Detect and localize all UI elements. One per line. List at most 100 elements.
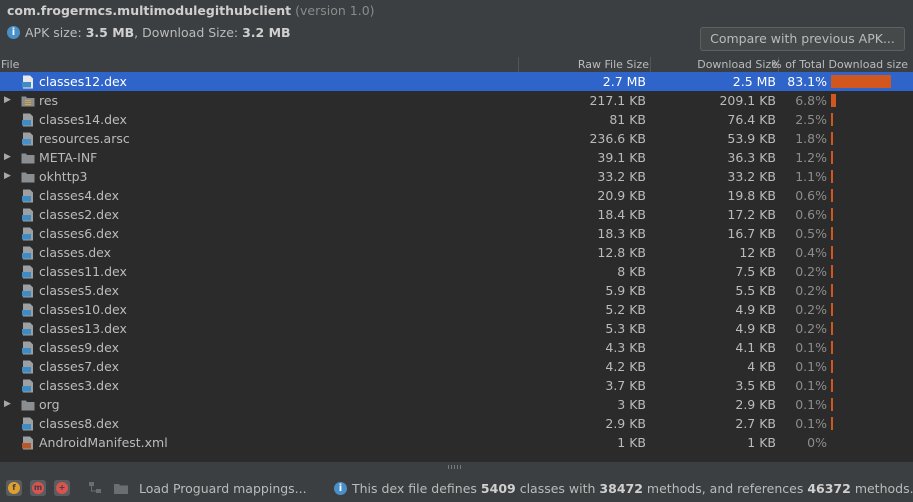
raw-file-size: 217.1 KB: [589, 93, 646, 108]
expand-arrow-icon[interactable]: ▶: [4, 148, 14, 167]
file-name: classes3.dex: [39, 378, 119, 393]
percent-bar: [831, 417, 833, 430]
file-table: File Raw File Size Download Size % of To…: [0, 57, 913, 462]
download-size: 76.4 KB: [727, 112, 776, 127]
dex-file-icon: [21, 265, 35, 279]
tree-structure-icon[interactable]: [88, 481, 102, 495]
column-header-percent[interactable]: % of Total Download size: [771, 57, 908, 72]
table-row[interactable]: ▶ res 217.1 KB 209.1 KB 6.8%: [0, 91, 913, 110]
references-count: 46372: [807, 481, 851, 496]
percent-bar: [831, 360, 833, 373]
percent-of-total: 1.8%: [795, 131, 827, 146]
percent-bar: [831, 322, 833, 335]
dex-file-icon: [21, 303, 35, 317]
show-fields-icon: f: [8, 482, 20, 494]
raw-file-size: 5.2 KB: [605, 302, 646, 317]
classes-count: 5409: [480, 481, 516, 496]
percent-of-total: 0.1%: [795, 359, 827, 374]
percent-of-total: 0.1%: [795, 340, 827, 355]
column-header-file[interactable]: File: [1, 57, 19, 72]
raw-file-size: 8 KB: [617, 264, 646, 279]
table-row[interactable]: ▶ META-INF 39.1 KB 36.3 KB 1.2%: [0, 148, 913, 167]
percent-of-total: 0.1%: [795, 397, 827, 412]
table-row[interactable]: classes4.dex 20.9 KB 19.8 KB 0.6%: [0, 186, 913, 205]
splitter-handle[interactable]: [448, 465, 462, 469]
download-size: 4 KB: [747, 359, 776, 374]
download-size: 4.9 KB: [735, 321, 776, 336]
folder-icon: [21, 170, 35, 184]
download-size: 16.7 KB: [727, 226, 776, 241]
file-name: classes12.dex: [39, 74, 127, 89]
show-references-button[interactable]: +: [54, 480, 70, 496]
percent-bar: [831, 75, 891, 88]
raw-file-size: 12.8 KB: [597, 245, 646, 260]
status-prefix: This dex file defines: [352, 481, 477, 496]
table-row[interactable]: ▶ org 3 KB 2.9 KB 0.1%: [0, 395, 913, 414]
bottom-panel: f m + Load Proguard mappings... i This de…: [0, 471, 913, 502]
download-size-label: , Download Size:: [134, 25, 239, 40]
folder-icon: [21, 151, 35, 165]
table-row[interactable]: classes7.dex 4.2 KB 4 KB 0.1%: [0, 357, 913, 376]
raw-file-size: 236.6 KB: [589, 131, 646, 146]
dex-file-icon: [21, 341, 35, 355]
load-proguard-mappings-link[interactable]: Load Proguard mappings...: [139, 480, 307, 498]
raw-file-size: 5.3 KB: [605, 321, 646, 336]
raw-file-size: 3.7 KB: [605, 378, 646, 393]
expand-arrow-icon[interactable]: ▶: [4, 167, 14, 186]
table-row[interactable]: classes5.dex 5.9 KB 5.5 KB 0.2%: [0, 281, 913, 300]
dex-file-icon: [21, 322, 35, 336]
dex-file-icon: [21, 113, 35, 127]
percent-bar: [831, 246, 833, 259]
status-classes-word: classes with: [519, 481, 596, 496]
table-row[interactable]: resources.arsc 236.6 KB 53.9 KB 1.8%: [0, 129, 913, 148]
expand-arrow-icon[interactable]: ▶: [4, 91, 14, 110]
percent-of-total: 0.6%: [795, 207, 827, 222]
dex-file-icon: [21, 227, 35, 241]
show-methods-button[interactable]: m: [30, 480, 46, 496]
show-fields-button[interactable]: f: [6, 480, 22, 496]
table-row[interactable]: AndroidManifest.xml 1 KB 1 KB 0%: [0, 433, 913, 452]
raw-file-size: 4.3 KB: [605, 340, 646, 355]
table-row[interactable]: classes13.dex 5.3 KB 4.9 KB 0.2%: [0, 319, 913, 338]
file-name: resources.arsc: [39, 131, 130, 146]
table-row[interactable]: classes10.dex 5.2 KB 4.9 KB 0.2%: [0, 300, 913, 319]
table-row[interactable]: ▶ okhttp3 33.2 KB 33.2 KB 1.1%: [0, 167, 913, 186]
table-row[interactable]: classes8.dex 2.9 KB 2.7 KB 0.1%: [0, 414, 913, 433]
table-row[interactable]: classes11.dex 8 KB 7.5 KB 0.2%: [0, 262, 913, 281]
percent-bar: [831, 379, 833, 392]
file-name: org: [39, 397, 60, 412]
table-row[interactable]: classes14.dex 81 KB 76.4 KB 2.5%: [0, 110, 913, 129]
table-row[interactable]: classes3.dex 3.7 KB 3.5 KB 0.1%: [0, 376, 913, 395]
show-references-icon: +: [56, 482, 68, 494]
folder-filter-icon[interactable]: [113, 482, 129, 495]
dex-file-icon: [21, 379, 35, 393]
column-header-raw-size[interactable]: Raw File Size: [578, 57, 649, 72]
percent-bar: [831, 265, 833, 278]
column-separator[interactable]: [518, 57, 519, 72]
file-name: classes8.dex: [39, 416, 119, 431]
download-size: 4.1 KB: [735, 340, 776, 355]
download-size: 3.5 KB: [735, 378, 776, 393]
table-row[interactable]: classes6.dex 18.3 KB 16.7 KB 0.5%: [0, 224, 913, 243]
app-version: (version 1.0): [295, 3, 375, 18]
column-separator[interactable]: [650, 57, 651, 72]
dex-file-icon: [21, 284, 35, 298]
table-row[interactable]: classes2.dex 18.4 KB 17.2 KB 0.6%: [0, 205, 913, 224]
table-row[interactable]: classes9.dex 4.3 KB 4.1 KB 0.1%: [0, 338, 913, 357]
apk-size-value: 3.5 MB: [85, 25, 135, 40]
table-row[interactable]: classes.dex 12.8 KB 12 KB 0.4%: [0, 243, 913, 262]
file-name: classes7.dex: [39, 359, 119, 374]
file-name: classes6.dex: [39, 226, 119, 241]
table-row[interactable]: classes12.dex 2.7 MB 2.5 MB 83.1%: [0, 72, 913, 91]
percent-bar: [831, 227, 833, 240]
raw-file-size: 5.9 KB: [605, 283, 646, 298]
raw-file-size: 33.2 KB: [597, 169, 646, 184]
compare-apk-button[interactable]: Compare with previous APK...: [700, 27, 905, 51]
file-name: res: [39, 93, 59, 108]
manifest-file-icon: [21, 436, 35, 450]
download-size: 36.3 KB: [727, 150, 776, 165]
file-name: classes2.dex: [39, 207, 119, 222]
column-header-download-size[interactable]: Download Size: [697, 57, 778, 72]
expand-arrow-icon[interactable]: ▶: [4, 395, 14, 414]
download-size: 19.8 KB: [727, 188, 776, 203]
